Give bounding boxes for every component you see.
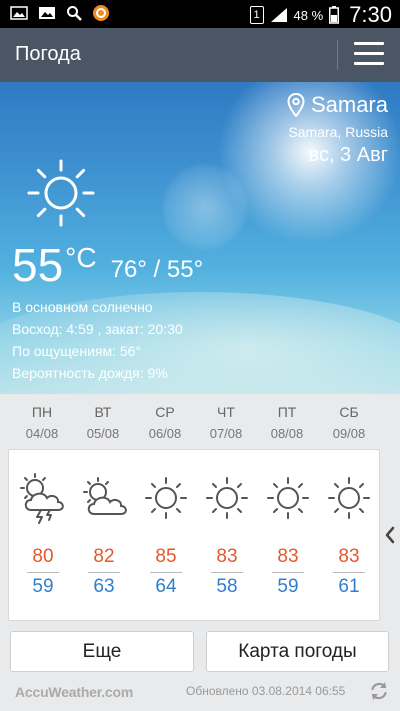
sun-icon — [206, 477, 248, 519]
menu-icon — [354, 42, 384, 45]
thunderstorm-icon — [20, 473, 64, 524]
forecast-card[interactable]: 80 59 82 63 85 64 83 58 83 59 83 61 — [8, 449, 380, 621]
weather-map-button[interactable]: Карта погоды — [206, 631, 389, 672]
partly-cloudy-icon — [83, 477, 127, 515]
gallery-icon — [39, 7, 55, 19]
forecast-column[interactable]: 83 58 — [196, 450, 258, 622]
search-icon — [67, 6, 82, 21]
current-date: вс, 3 Авг — [308, 144, 388, 166]
forecast-column[interactable]: 82 63 — [73, 450, 135, 622]
accuweather-logo[interactable]: AccuWeather.com — [15, 684, 133, 700]
forecast-high: 83 — [277, 546, 299, 567]
menu-button[interactable] — [354, 42, 384, 68]
forecast-high: 85 — [155, 546, 177, 567]
forecast-column[interactable]: 83 59 — [257, 450, 319, 622]
sun-icon — [328, 477, 370, 519]
last-updated: Обновлено 03.08.2014 06:55 — [186, 684, 346, 698]
forecast-day: ВТ 05/08 — [86, 404, 120, 441]
forecast-high: 83 — [338, 546, 360, 567]
battery-percent: 48 % — [293, 7, 324, 23]
app-title: Погода — [15, 43, 81, 65]
chevron-right-icon[interactable] — [384, 525, 396, 545]
notification-app-icon — [93, 5, 109, 21]
forecast-low: 64 — [155, 576, 177, 597]
divider — [337, 40, 338, 70]
forecast-day: СР 06/08 — [148, 404, 182, 441]
forecast-column[interactable]: 80 59 — [12, 450, 74, 622]
forecast-day: ПН 04/08 — [25, 404, 59, 441]
rain-chance: Вероятность дождя: 9% — [12, 365, 168, 381]
location-block[interactable]: Samara Samara, Russia вс, 3 Авг — [287, 92, 388, 167]
battery-icon — [329, 6, 340, 24]
forecast-low: 61 — [338, 576, 360, 597]
more-button[interactable]: Еще — [10, 631, 194, 672]
footer: AccuWeather.com Обновлено 03.08.2014 06:… — [0, 676, 400, 711]
high-low-temp: 76° / 55° — [110, 256, 204, 283]
picture-icon — [10, 6, 28, 20]
feels-like: По ощущениям: 56° — [12, 343, 142, 359]
forecast-low: 59 — [277, 576, 299, 597]
forecast-column[interactable]: 83 61 — [318, 450, 380, 622]
app-bar: Погода — [0, 28, 400, 82]
clock: 7:30 — [349, 2, 392, 27]
lens-flare — [160, 162, 250, 252]
status-bar: 1 48 % 7:30 — [0, 0, 400, 28]
city-name: Samara — [310, 92, 388, 117]
sun-icon — [145, 477, 187, 519]
temp-unit: °C — [65, 242, 97, 273]
forecast-day: ПТ 08/08 — [270, 404, 304, 441]
forecast-low: 63 — [93, 576, 115, 597]
refresh-icon[interactable] — [369, 680, 389, 702]
location-pin-icon — [287, 93, 305, 117]
sim-icon: 1 — [249, 6, 264, 24]
forecast-day: ЧТ 07/08 — [209, 404, 243, 441]
forecast-low: 58 — [216, 576, 238, 597]
weather-details: В основном солнечно Восход: 4:59 , закат… — [12, 296, 183, 384]
forecast-high: 83 — [216, 546, 238, 567]
sun-icon — [27, 159, 95, 227]
region-name: Samara, Russia — [288, 124, 388, 140]
temperature-row: 55 °C 76° / 55° — [12, 240, 203, 290]
forecast-low: 59 — [32, 576, 54, 597]
sun-icon — [267, 477, 309, 519]
condition-text: В основном солнечно — [12, 299, 153, 315]
sunrise-sunset: Восход: 4:59 , закат: 20:30 — [12, 321, 183, 337]
signal-icon — [270, 8, 287, 22]
forecast-days-header: ПН 04/08 ВТ 05/08 СР 06/08 ЧТ 07/08 ПТ 08/08 … — [0, 394, 400, 450]
current-temp: 55 — [12, 239, 64, 291]
forecast-column[interactable]: 85 64 — [135, 450, 197, 622]
forecast-high: 80 — [32, 546, 54, 567]
current-weather-panel: Samara Samara, Russia вс, 3 Авг 55 °C 76… — [0, 82, 400, 394]
forecast-high: 82 — [93, 546, 115, 567]
forecast-day: СБ 09/08 — [332, 404, 366, 441]
